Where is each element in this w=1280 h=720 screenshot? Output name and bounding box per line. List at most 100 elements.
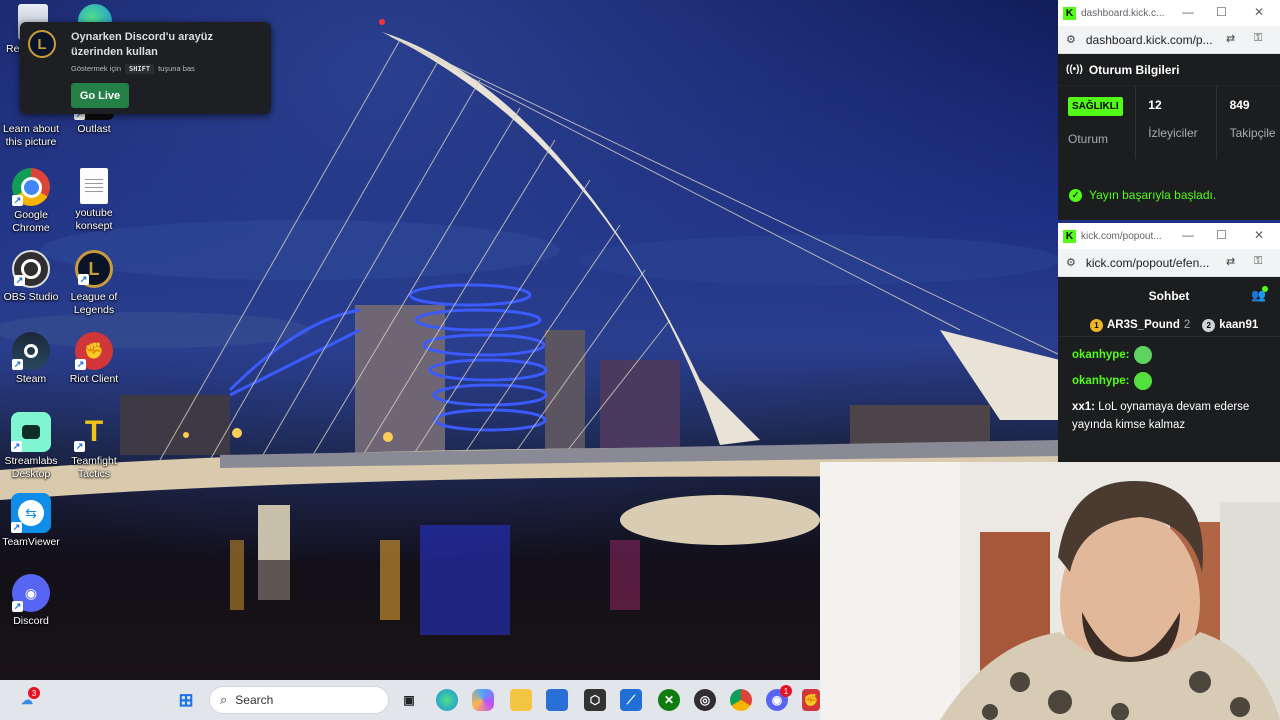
shift-key-badge: SHIFT: [125, 64, 155, 74]
chat-username[interactable]: xx1:: [1072, 401, 1095, 413]
riot-client-icon[interactable]: ✊: [802, 689, 820, 711]
desktop-icon-label: Steam: [15, 373, 47, 385]
translate-icon[interactable]: ⇄: [1226, 255, 1235, 268]
stat-value: 849: [1229, 98, 1250, 112]
desktop-icon-youtube-konsept[interactable]: youtube konsept: [61, 168, 127, 233]
desktop-icon-label: Outlast: [77, 123, 111, 135]
leader-name[interactable]: kaan91: [1219, 319, 1258, 331]
shortcut-arrow-icon: ↗: [75, 359, 86, 370]
search-icon: ⌕: [220, 692, 228, 707]
desktop-icon-label: Learn about this picture: [2, 123, 60, 148]
chrome-icon: ↗: [12, 168, 50, 206]
site-settings-icon[interactable]: ⚙: [1066, 33, 1076, 46]
chrome-icon[interactable]: [730, 689, 752, 711]
visual-studio-icon[interactable]: ⬡: [584, 689, 606, 711]
obs-icon: ↗: [12, 250, 50, 288]
address-bar[interactable]: ⚙ kick.com/popout/efen... ⇄ ⚿: [1058, 249, 1280, 277]
shortcut-arrow-icon: ↗: [74, 441, 85, 452]
obs-icon[interactable]: ◎: [694, 689, 716, 711]
desktop-icon-label: Google Chrome: [12, 209, 50, 234]
stat-label: Oturum: [1068, 132, 1109, 146]
translate-icon[interactable]: ⇄: [1226, 32, 1235, 45]
riot-client-icon: ✊ ↗: [75, 332, 113, 370]
maximize-icon[interactable]: ☐: [1216, 5, 1227, 19]
section-title: Oturum Bilgileri: [1088, 62, 1180, 77]
edge-icon[interactable]: [436, 689, 458, 711]
start-icon[interactable]: ⊞: [175, 689, 197, 711]
minimize-icon[interactable]: —: [1182, 228, 1194, 242]
task-view-icon[interactable]: ▣: [398, 689, 420, 711]
text-document-icon: [80, 168, 108, 204]
copilot-icon[interactable]: [472, 689, 494, 711]
chat-username[interactable]: okanhype:: [1072, 375, 1130, 387]
shortcut-arrow-icon: ↗: [11, 441, 22, 452]
store-icon[interactable]: [546, 689, 568, 711]
kick-chat-window: K kick.com/popout... — ☐ ✕ ⚙ kick.com/po…: [1058, 223, 1280, 462]
desktop-icon-teamviewer[interactable]: ⇆ ↗ TeamViewer: [0, 493, 64, 549]
check-circle-icon: ✓: [1069, 188, 1082, 202]
minimize-icon[interactable]: —: [1182, 5, 1194, 19]
site-settings-icon[interactable]: ⚙: [1066, 256, 1076, 269]
window-title: kick.com/popout...: [1081, 230, 1162, 242]
url-text[interactable]: dashboard.kick.com/p...: [1086, 33, 1214, 47]
kick-logo-icon: K: [1063, 6, 1076, 20]
success-message: ✓ Yayın başarıyla başladı.: [1058, 175, 1280, 215]
chat-title: Sohbet: [1148, 288, 1190, 303]
desktop-icon-teamfight-tactics[interactable]: T ↗ Teamfight Tactics: [61, 412, 127, 481]
desktop-icon-steam[interactable]: ↗ Steam: [0, 332, 64, 386]
desktop-icon-label: Streamlabs Desktop: [4, 455, 58, 480]
password-key-icon[interactable]: ⚿: [1254, 255, 1262, 268]
desktop-icon-label: youtube konsept: [75, 207, 113, 232]
chat-message: xx1: LoL oynamaya devam ederse yayında k…: [1058, 398, 1280, 434]
go-live-button[interactable]: Go Live: [71, 83, 129, 108]
league-of-legends-icon: L: [28, 30, 56, 58]
address-bar[interactable]: ⚙ dashboard.kick.com/p... ⇄ ⚿: [1058, 26, 1280, 54]
desktop-icon-label: League of Legends: [70, 291, 118, 316]
weather-badge: 3: [28, 687, 40, 699]
webcam-image: [820, 462, 1280, 720]
desktop-icon-discord[interactable]: ◉ ↗ Discord: [0, 574, 64, 628]
teamfight-tactics-icon: T ↗: [74, 415, 104, 452]
stat-value: 12: [1148, 98, 1162, 112]
desktop-icon-google-chrome[interactable]: ↗ Google Chrome: [0, 168, 64, 235]
league-of-legends-icon: L ↗: [75, 250, 113, 288]
folder-icon[interactable]: [510, 689, 532, 711]
smile-emote-icon: [1133, 372, 1152, 391]
chat-header: Sohbet 👥: [1058, 277, 1280, 314]
taskbar-search-box[interactable]: ⌕ Search: [209, 686, 389, 714]
desktop-icon-league-of-legends[interactable]: L ↗ League of Legends: [61, 250, 127, 317]
discord-icon: ◉ ↗: [12, 574, 50, 612]
search-placeholder: Search: [235, 693, 274, 707]
desktop-icon-obs-studio[interactable]: ↗ OBS Studio: [0, 250, 64, 304]
shortcut-arrow-icon: ↗: [11, 522, 22, 533]
discord-badge: 1: [780, 685, 792, 697]
streamlabs-icon: ↗: [11, 412, 51, 452]
close-icon[interactable]: ✕: [1254, 228, 1264, 242]
xbox-icon[interactable]: ✕: [658, 689, 680, 711]
close-icon[interactable]: ✕: [1254, 5, 1264, 19]
desktop-icon-streamlabs[interactable]: ↗ Streamlabs Desktop: [0, 412, 64, 481]
stat-session: SAĞLIKLI Oturum: [1058, 86, 1137, 159]
session-stats: SAĞLIKLI Oturum 12 İzleyiciler 849 Takip…: [1058, 85, 1280, 159]
rank-badge: 2: [1202, 318, 1216, 332]
kick-logo-icon: K: [1063, 229, 1076, 243]
window-titlebar: K dashboard.kick.c... — ☐ ✕: [1058, 0, 1280, 26]
status-badge: SAĞLIKLI: [1068, 97, 1123, 116]
stat-followers: 849 Takipçile: [1217, 86, 1280, 159]
desktop-icon-label: Teamfight Tactics: [71, 455, 117, 480]
leader-name[interactable]: AR3S_Pound: [1107, 319, 1180, 331]
maximize-icon[interactable]: ☐: [1216, 228, 1227, 242]
password-key-icon[interactable]: ⚿: [1254, 32, 1262, 45]
shortcut-arrow-icon: ↗: [14, 275, 25, 286]
desktop-icon-riot-client[interactable]: ✊ ↗ Riot Client: [61, 332, 127, 386]
hint-prefix: Göstermek için: [71, 64, 122, 73]
desktop-icon-label: OBS Studio: [3, 291, 59, 303]
chat-message: okanhype:: [1058, 346, 1280, 364]
discord-overlay-popup: L Oynarken Discord'u arayüz üzerinden ku…: [20, 22, 271, 114]
shortcut-arrow-icon: ↗: [12, 359, 23, 370]
teamviewer-icon: ⇆ ↗: [11, 493, 51, 533]
url-text[interactable]: kick.com/popout/efen...: [1086, 256, 1214, 270]
azure-data-icon[interactable]: ⟋: [620, 689, 642, 711]
chat-username[interactable]: okanhype:: [1072, 349, 1130, 361]
stat-label: Takipçile: [1229, 126, 1276, 140]
